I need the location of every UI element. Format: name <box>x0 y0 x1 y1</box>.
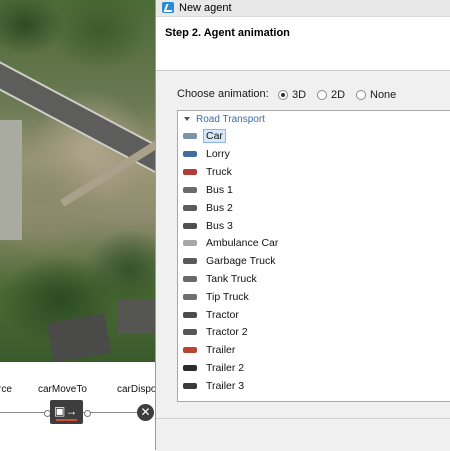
list-item[interactable]: Car <box>183 128 226 144</box>
title-bar[interactable]: New agent <box>156 0 450 17</box>
tip-truck-icon <box>183 294 197 300</box>
list-item-label: Trailer 2 <box>206 362 245 374</box>
list-item[interactable]: Bus 1 <box>183 182 236 198</box>
dialog-footer <box>156 418 450 451</box>
map-parking-lot <box>0 120 22 240</box>
app-logo-icon <box>162 2 174 13</box>
list-item[interactable]: Trailer <box>183 342 238 358</box>
trailer-icon <box>183 347 197 353</box>
radio-2d-indicator[interactable] <box>317 90 327 100</box>
source-block-label: rce <box>0 384 12 395</box>
dispose-block[interactable]: ✕ <box>137 404 154 421</box>
trailer-icon <box>183 365 197 371</box>
move-to-icon: ▣→ <box>54 404 78 418</box>
output-port[interactable] <box>84 410 91 417</box>
radio-2d[interactable]: 2D <box>317 88 345 102</box>
list-item-label: Car <box>203 129 226 143</box>
radio-2d-label: 2D <box>331 89 346 101</box>
new-agent-dialog: New agent Step 2. Agent animation Choose… <box>155 0 450 451</box>
garbage-truck-icon <box>183 258 197 264</box>
radio-3d-label: 3D <box>292 89 307 101</box>
tractor-icon <box>183 329 197 335</box>
animation-list[interactable]: Road Transport Car Lorry Truck Bus 1 Bus… <box>177 110 450 402</box>
bus-icon <box>183 205 197 211</box>
radio-none[interactable]: None <box>356 88 396 102</box>
list-item-label: Trailer 3 <box>206 380 245 392</box>
list-item-label: Trailer <box>206 344 236 356</box>
list-item[interactable]: Tank Truck <box>183 271 260 287</box>
category-road-transport[interactable]: Road Transport <box>184 112 265 126</box>
radio-none-label: None <box>370 89 397 101</box>
choose-animation-label: Choose animation: <box>177 88 269 100</box>
list-item-label: Truck <box>206 166 232 178</box>
dispose-icon: ✕ <box>140 405 151 419</box>
list-item[interactable]: Tip Truck <box>183 289 252 305</box>
flowchart: rce carMoveTo carDispo ▣→ ✕ <box>0 362 157 450</box>
ambulance-icon <box>183 240 197 246</box>
map-building <box>118 300 155 334</box>
list-item-label: Bus 3 <box>206 220 233 232</box>
category-label: Road Transport <box>196 113 265 125</box>
list-item[interactable]: Tractor 2 <box>183 324 251 340</box>
list-item[interactable]: Bus 3 <box>183 218 236 234</box>
truck-icon <box>183 169 197 175</box>
move-block-label: carMoveTo <box>38 384 87 395</box>
wizard-header: Step 2. Agent animation <box>156 17 450 71</box>
list-item[interactable]: Ambulance Car <box>183 235 281 251</box>
list-item[interactable]: Tractor <box>183 307 242 323</box>
animation-choice-row: Choose animation: 3D 2D None <box>177 88 447 102</box>
bus-icon <box>183 187 197 193</box>
list-item-label: Lorry <box>206 148 230 160</box>
dispose-block-label: carDispo <box>117 384 157 395</box>
map-building <box>46 313 112 362</box>
list-item[interactable]: Bus 2 <box>183 200 236 216</box>
window-title: New agent <box>179 2 232 14</box>
list-item[interactable]: Trailer 3 <box>183 378 247 394</box>
move-to-block[interactable]: ▣→ <box>50 400 83 424</box>
bus-icon <box>183 223 197 229</box>
tank-truck-icon <box>183 276 197 282</box>
list-item-label: Tip Truck <box>206 291 249 303</box>
tractor-icon <box>183 312 197 318</box>
list-item-label: Ambulance Car <box>206 237 279 249</box>
list-item[interactable]: Garbage Truck <box>183 253 278 269</box>
radio-3d[interactable]: 3D <box>278 88 306 102</box>
list-item-label: Tank Truck <box>206 273 257 285</box>
list-item-label: Tractor 2 <box>206 326 248 338</box>
satellite-map[interactable] <box>0 0 155 362</box>
radio-none-indicator[interactable] <box>356 90 366 100</box>
list-item[interactable]: Lorry <box>183 146 233 162</box>
trailer-icon <box>183 383 197 389</box>
expand-triangle-icon[interactable] <box>184 117 190 121</box>
list-item-label: Tractor <box>206 309 239 321</box>
car-icon <box>183 133 197 139</box>
list-item-label: Bus 2 <box>206 202 233 214</box>
lorry-icon <box>183 151 197 157</box>
step-title: Step 2. Agent animation <box>165 27 290 39</box>
radio-3d-indicator[interactable] <box>278 90 288 100</box>
list-item[interactable]: Trailer 2 <box>183 360 247 376</box>
list-item[interactable]: Truck <box>183 164 235 180</box>
list-item-label: Garbage Truck <box>206 255 276 267</box>
list-item-label: Bus 1 <box>206 184 233 196</box>
